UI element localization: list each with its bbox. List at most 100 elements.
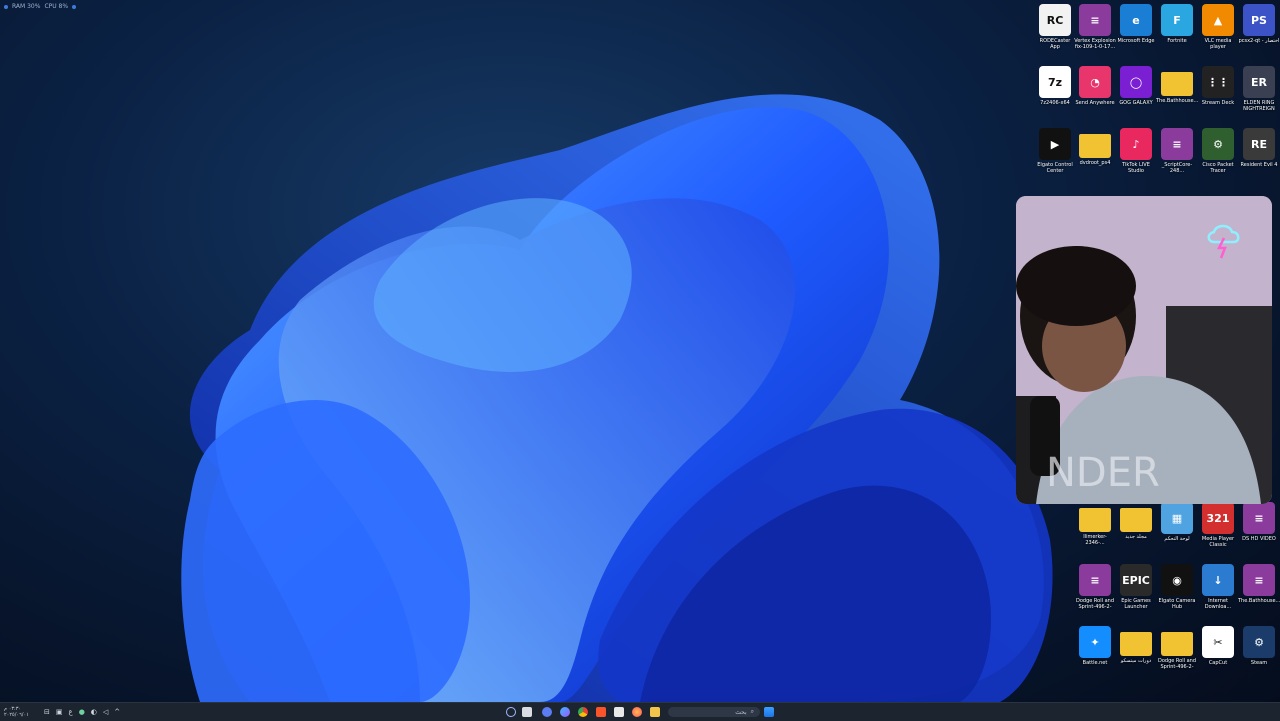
language-indicator[interactable]: ع — [69, 708, 73, 716]
desktop-icon-label: Elgato Camera Hub — [1158, 598, 1196, 610]
desktop-icon[interactable]: ▦ لوحة التحكم — [1156, 502, 1198, 542]
system-clock[interactable]: ٠٣:٣٠ م ٢٠٢٥/٠٦/٠١ — [4, 706, 29, 718]
desktop-icon-label: Fortnite — [1167, 38, 1187, 44]
desktop-icon[interactable]: ≡ The.Bathhouse... — [1238, 564, 1280, 604]
desktop-icon[interactable]: F Fortnite — [1156, 4, 1198, 44]
desktop-icon[interactable]: ER ELDEN RING NIGHTREIGN — [1238, 66, 1280, 112]
app-window-icon[interactable] — [614, 707, 624, 717]
desktop-icon-label: ELDEN RING NIGHTREIGN — [1243, 100, 1275, 112]
app-icon: ⚙ — [1202, 128, 1234, 160]
chrome-icon[interactable] — [578, 707, 588, 717]
desktop-icon-label: دورات ميتسكو — [1120, 658, 1152, 664]
display-icon[interactable]: ▣ — [56, 708, 63, 716]
desktop-icon-label: Send Anywhere — [1075, 100, 1115, 106]
search-placeholder: بحث — [735, 708, 747, 716]
desktop-icon-label: Battle.net — [1082, 660, 1108, 666]
desktop-icon[interactable]: ≡ _ScriptCore-248... — [1156, 128, 1198, 174]
desktop-icon[interactable]: Ilimerker-2346-... — [1074, 502, 1116, 546]
desktop-icon[interactable]: دورات ميتسكو — [1115, 626, 1157, 664]
notepad-icon[interactable] — [522, 707, 532, 717]
desktop-icon[interactable]: The.Bathhouse... — [1156, 66, 1198, 104]
desktop-icon-label: The.Bathhouse... — [1238, 598, 1280, 604]
desktop-icon-label: Elgato Control Center — [1037, 162, 1073, 174]
desktop-icon-label: The.Bathhouse... — [1156, 98, 1198, 104]
desktop-icon[interactable]: ⚙ Steam — [1238, 626, 1280, 666]
widgets-icon[interactable] — [506, 707, 516, 717]
chat-icon[interactable] — [542, 707, 552, 717]
app-icon: EPIC — [1120, 564, 1152, 596]
app-icon: F — [1161, 4, 1193, 36]
brave-icon[interactable] — [596, 707, 606, 717]
desktop-icon-label: Resident Evil 4 — [1240, 162, 1278, 168]
desktop-icon-label: Cisco Packet Tracer — [1202, 162, 1234, 174]
desktop-icon[interactable]: ✂ CapCut — [1197, 626, 1239, 666]
desktop-icon[interactable]: RE Resident Evil 4 — [1238, 128, 1280, 168]
desktop-icon-label: TikTok LIVE Studio — [1122, 162, 1150, 174]
taskbar-search-box[interactable]: بحث ⌕ — [668, 707, 760, 717]
taskbar: ٠٣:٣٠ م ٢٠٢٥/٠٦/٠١ ⊟ ▣ ع ● ◐ ◁ ^ بحث ⌕ — [0, 702, 1280, 721]
desktop-icon[interactable]: ▲ VLC media player — [1197, 4, 1239, 50]
desktop-icon-label: dvdroot_ps4 — [1079, 160, 1111, 166]
desktop-icon[interactable]: ≡ Dodge Roll and Sprint-496-2-30... — [1074, 564, 1116, 610]
firefox-icon[interactable] — [632, 707, 642, 717]
desktop-icon[interactable]: 7z 7z2406-x64 — [1034, 66, 1076, 106]
app-icon: ▶ — [1039, 128, 1071, 160]
app-icon — [1120, 508, 1152, 532]
desktop-icon[interactable]: ◯ GOG GALAXY — [1115, 66, 1157, 106]
desktop-icon[interactable]: ✦ Battle.net — [1074, 626, 1116, 666]
desktop-icon[interactable]: dvdroot_ps4 — [1074, 128, 1116, 166]
app-icon: ✂ — [1202, 626, 1234, 658]
desktop-icon[interactable]: RC RODECaster App — [1034, 4, 1076, 50]
desktop-icon[interactable]: PS pcsx2-qt - اختصار — [1238, 4, 1280, 44]
desktop-icon[interactable]: ◔ Send Anywhere — [1074, 66, 1116, 106]
app-icon: ◔ — [1079, 66, 1111, 98]
desktop-icon-label: Media Player Classic — [1201, 536, 1235, 548]
app-icon — [1079, 134, 1111, 158]
desktop-icon[interactable]: Dodge Roll and Sprint-496-2-30... — [1156, 626, 1198, 670]
desktop-icon-label: Steam — [1250, 660, 1268, 666]
app-icon: e — [1120, 4, 1152, 36]
desktop-icon-label: Dodge Roll and Sprint-496-2-30... — [1157, 658, 1196, 670]
app-icon: 321 — [1202, 502, 1234, 534]
desktop-icon-label: 7z2406-x64 — [1040, 100, 1070, 106]
app-icon: ⚙ — [1243, 626, 1275, 658]
desktop-icon-label: Vertex Explosion fix-109-1-0-17... — [1074, 38, 1116, 50]
app-icon: ✦ — [1079, 626, 1111, 658]
desktop-icon[interactable]: ⚙ Cisco Packet Tracer — [1197, 128, 1239, 174]
microphone-icon[interactable]: ● — [79, 708, 85, 716]
desktop-icon[interactable]: ▶ Elgato Control Center — [1034, 128, 1076, 174]
desktop-icon[interactable]: ♪ TikTok LIVE Studio — [1115, 128, 1157, 174]
desktop-icon[interactable]: EPIC Epic Games Launcher — [1115, 564, 1157, 610]
start-button-windows-icon[interactable] — [764, 707, 774, 717]
notification-bell-icon[interactable]: ⊟ — [44, 708, 50, 716]
overlay-indicator-icon — [4, 4, 8, 9]
desktop-icon[interactable]: ≡ DS HD VIDEO — [1238, 502, 1280, 542]
app-icon — [1120, 632, 1152, 656]
app-icon: ♪ — [1120, 128, 1152, 160]
desktop-icon[interactable]: ≡ Vertex Explosion fix-109-1-0-17... — [1074, 4, 1116, 50]
overlay-menu-icon[interactable] — [72, 4, 77, 9]
clock-date: ٢٠٢٥/٠٦/٠١ — [4, 712, 29, 718]
volume-icon[interactable]: ◁ — [103, 708, 108, 716]
cpu-usage: CPU 8% — [44, 3, 69, 10]
app-icon: ▦ — [1161, 502, 1193, 534]
desktop-icon[interactable]: مجلد جديد — [1115, 502, 1157, 540]
desktop-icon-label: Microsoft Edge — [1117, 38, 1155, 44]
desktop-icon-label: Internet Downloa... — [1204, 598, 1232, 610]
desktop-icon[interactable]: ⋮⋮ Stream Deck — [1197, 66, 1239, 106]
desktop-icon-label: RODECaster App — [1039, 38, 1071, 50]
app-icon: PS — [1243, 4, 1275, 36]
show-hidden-icons-chevron-icon[interactable]: ^ — [114, 708, 120, 716]
app-icon: ◯ — [1120, 66, 1152, 98]
svg-text:NDER: NDER — [1046, 450, 1160, 496]
network-icon[interactable]: ◐ — [91, 708, 97, 716]
desktop-icon[interactable]: ◉ Elgato Camera Hub — [1156, 564, 1198, 610]
copilot-icon[interactable] — [560, 707, 570, 717]
desktop-icon[interactable]: e Microsoft Edge — [1115, 4, 1157, 44]
file-explorer-icon[interactable] — [650, 707, 660, 717]
app-icon — [1161, 72, 1193, 96]
desktop-icon[interactable]: 321 Media Player Classic — [1197, 502, 1239, 548]
desktop-icon-label: لوحة التحكم — [1164, 536, 1190, 542]
app-icon: ◉ — [1161, 564, 1193, 596]
desktop-icon[interactable]: ↓ Internet Downloa... — [1197, 564, 1239, 610]
